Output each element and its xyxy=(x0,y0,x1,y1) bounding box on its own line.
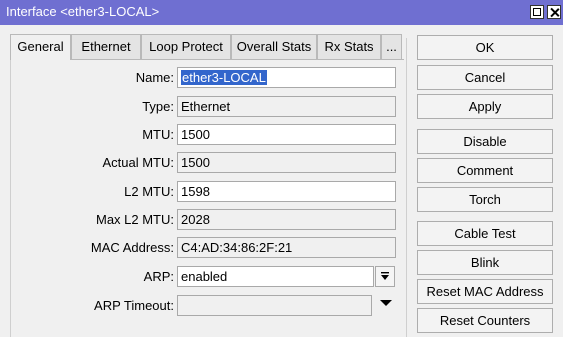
name-field[interactable]: ether3-LOCAL xyxy=(177,67,396,88)
divider xyxy=(406,38,407,337)
tab-ethernet[interactable]: Ethernet xyxy=(71,34,141,59)
l2-mtu-label: L2 MTU: xyxy=(124,184,174,199)
arp-timeout-label: ARP Timeout: xyxy=(94,298,174,313)
mac-address-field: C4:AD:34:86:2F:21 xyxy=(177,237,396,258)
title-bar[interactable]: Interface <ether3-LOCAL> xyxy=(0,0,563,25)
l2-mtu-field[interactable]: 1598 xyxy=(177,181,396,202)
name-value: ether3-LOCAL xyxy=(181,70,267,85)
dropdown-arrow-icon xyxy=(381,272,389,280)
actual-mtu-label: Actual MTU: xyxy=(102,155,174,170)
apply-button[interactable]: Apply xyxy=(417,94,553,119)
arp-timeout-field[interactable] xyxy=(177,295,372,316)
cable-test-button[interactable]: Cable Test xyxy=(417,221,553,246)
tab-loop-protect[interactable]: Loop Protect xyxy=(141,34,231,59)
mtu-field[interactable]: 1500 xyxy=(177,124,396,145)
type-field: Ethernet xyxy=(177,96,396,117)
tab-bar: General Ethernet Loop Protect Overall St… xyxy=(10,34,402,60)
mtu-label: MTU: xyxy=(142,127,174,142)
actual-mtu-field: 1500 xyxy=(177,152,396,173)
arp-select[interactable]: enabled xyxy=(177,266,374,287)
ok-button[interactable]: OK xyxy=(417,35,553,60)
tab-overall-stats[interactable]: Overall Stats xyxy=(231,34,317,59)
arp-dropdown-button[interactable] xyxy=(375,266,395,287)
close-icon[interactable] xyxy=(547,5,561,19)
name-label: Name: xyxy=(135,70,174,85)
maximize-icon[interactable] xyxy=(530,5,544,19)
comment-button[interactable]: Comment xyxy=(417,158,553,183)
combo-dropdown-icon[interactable] xyxy=(379,298,393,308)
max-l2-mtu-label: Max L2 MTU: xyxy=(95,212,174,227)
cancel-button[interactable]: Cancel xyxy=(417,65,553,90)
mac-address-label: MAC Address: xyxy=(90,240,174,255)
arp-label: ARP: xyxy=(143,269,174,284)
tab-general[interactable]: General xyxy=(10,34,71,60)
disable-button[interactable]: Disable xyxy=(417,129,553,154)
type-label: Type: xyxy=(142,99,174,114)
window-title: Interface <ether3-LOCAL> xyxy=(6,4,160,19)
blink-button[interactable]: Blink xyxy=(417,250,553,275)
tab-rx-stats[interactable]: Rx Stats xyxy=(317,34,381,59)
torch-button[interactable]: Torch xyxy=(417,187,553,212)
reset-mac-address-button[interactable]: Reset MAC Address xyxy=(417,279,553,304)
tab-more[interactable]: ... xyxy=(381,34,402,59)
reset-counters-button[interactable]: Reset Counters xyxy=(417,308,553,333)
max-l2-mtu-field: 2028 xyxy=(177,209,396,230)
interface-window: Interface <ether3-LOCAL> General Etherne… xyxy=(0,0,563,337)
